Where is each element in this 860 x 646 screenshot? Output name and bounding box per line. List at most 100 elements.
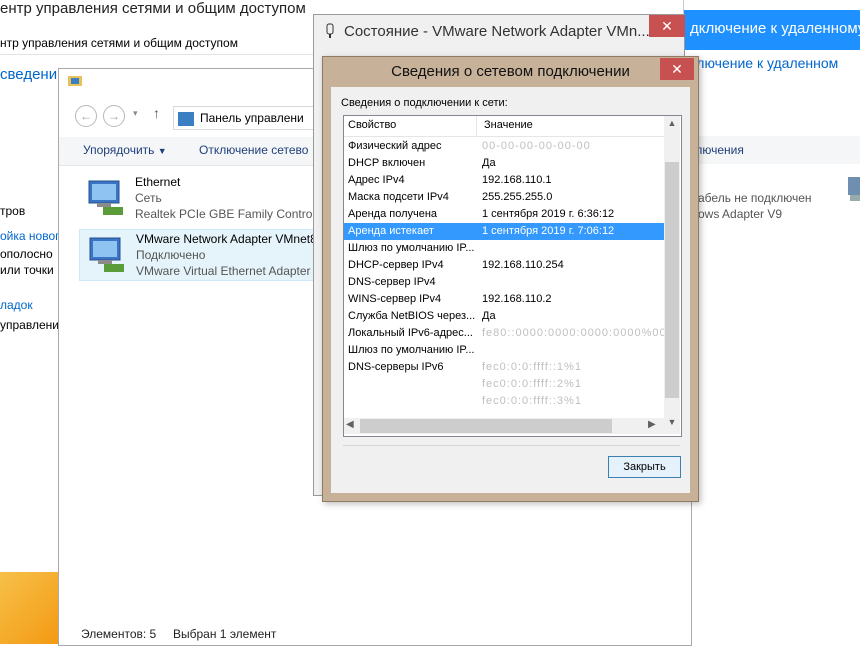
list-item[interactable]: VMware Network Adapter VMnet8 Подключено… (79, 229, 331, 281)
row-property: Служба NetBIOS через... (348, 310, 476, 322)
row-property: Локальный IPv6-адрес... (348, 327, 473, 339)
list-header: Свойство Значение (344, 116, 664, 137)
back-button[interactable]: ← (75, 105, 97, 127)
scroll-up-icon[interactable]: ▲ (664, 118, 680, 132)
row-value: Да (482, 310, 496, 322)
table-row[interactable]: DHCP включен Да (344, 155, 664, 172)
history-dropdown-icon[interactable]: ▾ (133, 108, 138, 119)
table-row[interactable]: fec0:0:0:ffff::2%1 (344, 376, 664, 393)
table-row[interactable]: DNS-серверы IPv6 fec0:0:0:ffff::1%1 (344, 359, 664, 376)
table-row[interactable]: Локальный IPv6-адрес... fe80::0000:0000:0… (344, 325, 666, 342)
horizontal-scrollbar[interactable]: ◀ ▶ (344, 418, 664, 434)
status-window-title: Состояние - VMware Network Adapter VMn..… (344, 23, 650, 40)
row-property: DHCP-сервер IPv4 (348, 259, 444, 271)
row-property: WINS-сервер IPv4 (348, 293, 442, 305)
column-separator[interactable] (476, 116, 477, 136)
row-value: fec0:0:0:ffff::3%1 (482, 395, 582, 407)
row-value: 192.168.110.1 (482, 174, 552, 186)
left-text-3: или точки (0, 263, 54, 277)
table-row[interactable]: DNS-сервер IPv4 (344, 274, 664, 291)
table-row[interactable]: Служба NetBIOS через... Да (344, 308, 664, 325)
row-value: fec0:0:0:ffff::1%1 (482, 361, 582, 373)
chevron-down-icon: ▼ (157, 146, 167, 156)
details-label: Сведения о подключении к сети: (341, 97, 508, 109)
adapter-network: Подключено (136, 248, 206, 262)
row-property: Маска подсети IPv4 (348, 191, 449, 203)
scroll-right-icon[interactable]: ▶ (648, 419, 656, 430)
adapter-device: VMware Virtual Ethernet Adapter (136, 264, 311, 278)
selected-count: Выбран 1 элемент (173, 627, 277, 641)
item-count: Элементов: 5 (81, 627, 157, 641)
row-value: 1 сентября 2019 г. 7:06:12 (482, 225, 615, 237)
adapter-status-text: абель не подключен (698, 191, 812, 205)
table-row[interactable]: DHCP-сервер IPv4 192.168.110.254 (344, 257, 664, 274)
control-panel-icon (178, 111, 194, 126)
vertical-scrollbar[interactable]: ▲ ▼ (664, 116, 680, 434)
window-title: ентр управления сетями и общим доступом (0, 0, 306, 17)
dialog-title: Сведения о сетевом подключении (391, 63, 630, 80)
table-row[interactable]: Аренда получена 1 сентября 2019 г. 6:36:1… (344, 206, 664, 223)
scroll-thumb[interactable] (360, 419, 612, 433)
network-folder-icon (67, 73, 83, 89)
disable-device-button[interactable]: Отключение сетево (199, 143, 308, 157)
scroll-down-icon[interactable]: ▼ (664, 417, 680, 431)
row-property: DNS-серверы IPv6 (348, 361, 444, 373)
address-text: Панель управлени (200, 111, 304, 125)
adapter-name: VMware Network Adapter VMnet8 (136, 232, 317, 246)
row-property: DHCP включен (348, 157, 426, 169)
table-row[interactable]: Шлюз по умолчанию IP... (344, 342, 664, 359)
row-property: DNS-сервер IPv4 (348, 276, 436, 288)
row-value: 1 сентября 2019 г. 6:36:12 (482, 208, 615, 220)
forward-button[interactable]: → (103, 105, 125, 127)
row-property: Физический адрес (348, 140, 442, 152)
connection-details-dialog: Сведения о сетевом подключении ✕ Сведени… (322, 56, 699, 502)
left-link-3[interactable]: ладок (0, 298, 33, 312)
row-property: Шлюз по умолчанию IP... (348, 344, 475, 356)
row-property: Аренда получена (348, 208, 438, 220)
left-text-1: тров (0, 204, 26, 218)
table-row[interactable]: Шлюз по умолчанию IP... (344, 240, 664, 257)
table-row[interactable]: Адрес IPv4 192.168.110.1 (344, 172, 664, 189)
taskbar-tile (0, 572, 58, 644)
close-button[interactable]: ✕ (649, 15, 685, 37)
details-listview[interactable]: Свойство Значение Физический адрес 00-00-… (343, 115, 682, 437)
row-value: 255.255.255.0 (482, 191, 553, 203)
list-item[interactable]: Ethernet Сеть Realtek PCIe GBE Family Co… (79, 173, 329, 223)
scroll-left-icon[interactable]: ◀ (346, 419, 354, 430)
remote-title: дключение к удаленному (690, 20, 860, 37)
left-text-4: управление (0, 318, 66, 332)
row-value: 192.168.110.254 (482, 259, 564, 271)
table-row[interactable]: Аренда истекает 1 сентября 2019 г. 7:06:1… (344, 223, 664, 240)
left-link-2[interactable]: ойка нового (0, 229, 66, 243)
row-property: Адрес IPv4 (348, 174, 405, 186)
network-status-icon (324, 23, 336, 39)
row-value: Да (482, 157, 496, 169)
close-dialog-button[interactable]: Закрыть (608, 456, 681, 478)
table-row[interactable]: Маска подсети IPv4 255.255.255.0 (344, 189, 664, 206)
network-adapter-icon (83, 177, 125, 217)
dialog-body: Сведения о подключении к сети: Свойство … (331, 87, 690, 493)
column-property[interactable]: Свойство (348, 119, 396, 131)
row-property: Аренда истекает (348, 225, 434, 237)
organize-button[interactable]: Упорядочить ▼ (83, 143, 167, 157)
adapter-device: Realtek PCIe GBE Family Controller (135, 207, 329, 221)
table-row[interactable]: WINS-сервер IPv4 192.168.110.2 (344, 291, 664, 308)
status-bar: Элементов: 5 Выбран 1 элемент (59, 621, 691, 645)
up-arrow-icon[interactable]: ↑ (153, 105, 160, 121)
column-value[interactable]: Значение (484, 119, 533, 131)
close-button[interactable]: ✕ (660, 58, 694, 80)
remote-link[interactable]: ключение к удаленном (690, 55, 838, 71)
scroll-thumb[interactable] (665, 162, 679, 398)
divider (343, 445, 680, 446)
table-row[interactable]: Физический адрес 00-00-00-00-00-00 (344, 138, 664, 155)
left-text-2: ополосно (0, 247, 53, 261)
adapter-network: Сеть (135, 191, 162, 205)
table-row[interactable]: fec0:0:0:ffff::3%1 (344, 393, 664, 410)
left-link-1[interactable]: сведени (0, 66, 57, 83)
adapter-name: Ethernet (135, 175, 181, 189)
row-value: 00-00-00-00-00-00 (482, 140, 591, 152)
row-value: fec0:0:0:ffff::2%1 (482, 378, 582, 390)
adapter-desc-text: ows Adapter V9 (698, 207, 783, 221)
row-value: 192.168.110.2 (482, 293, 552, 305)
network-adapter-icon (84, 234, 126, 274)
